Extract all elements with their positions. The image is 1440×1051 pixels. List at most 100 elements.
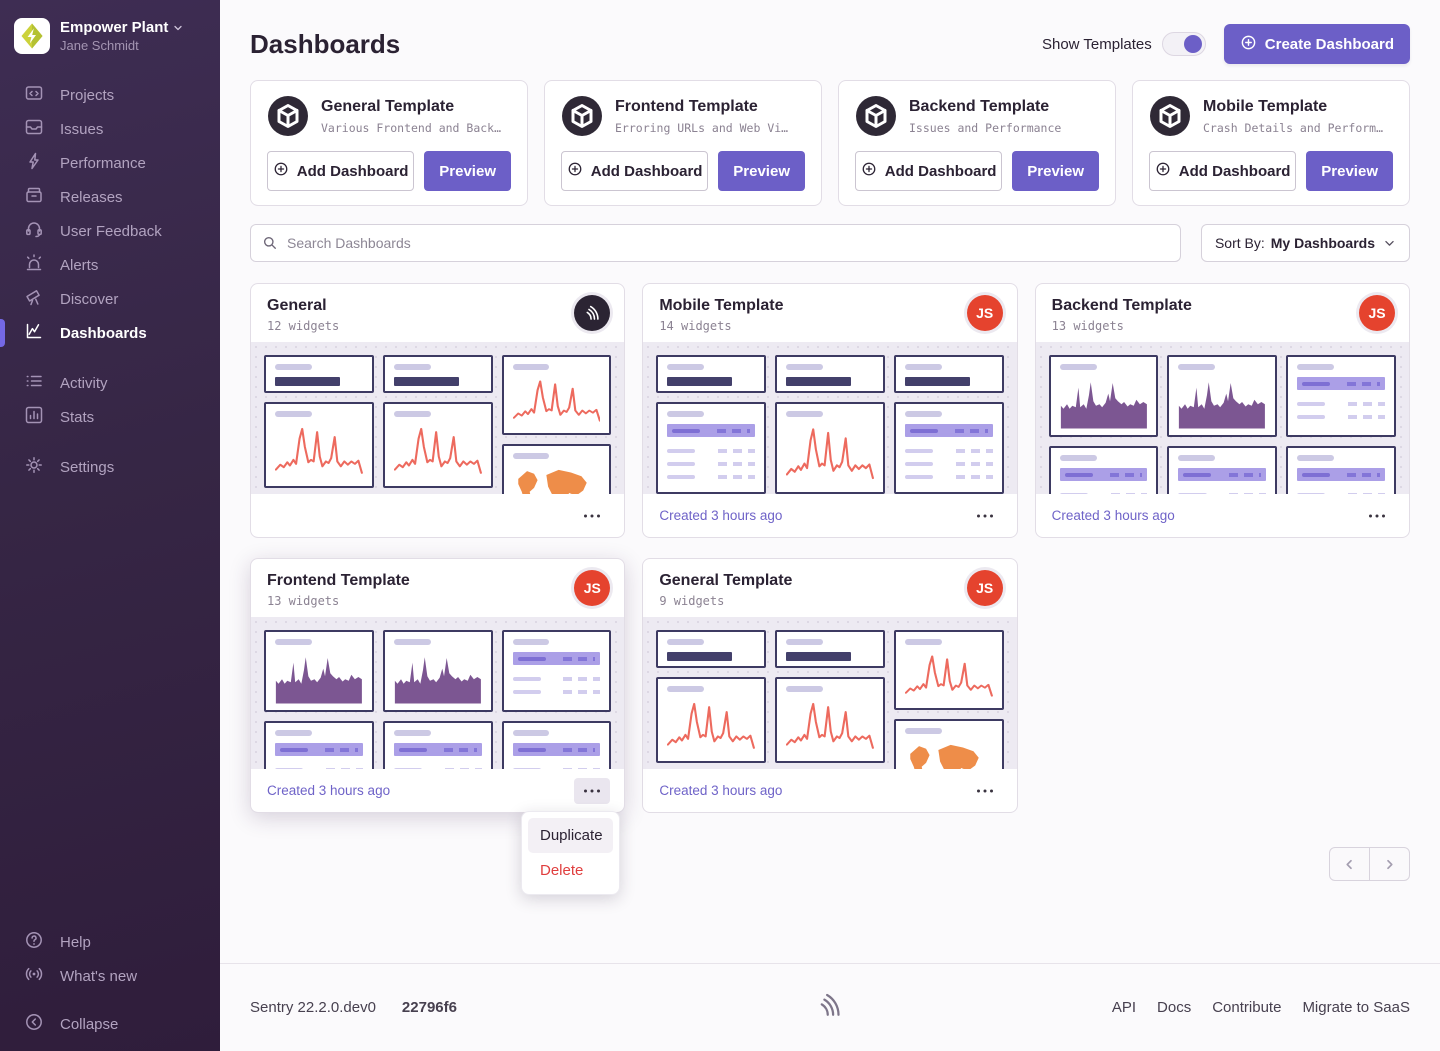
dashboards-icon (24, 321, 44, 345)
preview-button[interactable]: Preview (1012, 151, 1099, 191)
add-dashboard-button[interactable]: Add Dashboard (855, 151, 1002, 191)
table-widget-thumb (502, 630, 612, 712)
dashboard-preview[interactable] (643, 617, 1016, 769)
dashboard-more-button[interactable] (967, 503, 1003, 529)
preview-button[interactable]: Preview (424, 151, 511, 191)
help-icon (24, 930, 44, 954)
dashboard-title[interactable]: General Template (659, 572, 1000, 590)
dashboard-card: General 12 widgets (250, 283, 625, 538)
table-widget-thumb (502, 721, 612, 769)
pagination-prev-button[interactable] (1329, 847, 1370, 881)
line-widget-thumb (775, 677, 885, 763)
dashboard-widget-count: 13 widgets (1052, 319, 1393, 333)
sidebar-item-collapse[interactable]: Collapse (0, 1007, 220, 1041)
dashboard-preview[interactable] (251, 617, 624, 769)
bignum-widget-thumb (894, 355, 1004, 393)
dashboard-avatar-user[interactable]: JS (967, 570, 1003, 606)
dashboard-title[interactable]: General (267, 297, 608, 315)
search-input[interactable] (250, 224, 1181, 262)
sidebar-item-label: Help (60, 934, 91, 951)
dashboard-widget-count: 9 widgets (659, 594, 1000, 608)
table-widget-thumb (264, 721, 374, 769)
sidebar-item-projects[interactable]: Projects (0, 78, 220, 112)
dashboard-card: Backend Template 13 widgetsJS Created 3 ho… (1035, 283, 1410, 538)
sidebar-item-performance[interactable]: Performance (0, 146, 220, 180)
dashboard-preview[interactable] (251, 342, 624, 494)
context-menu: DuplicateDelete (521, 811, 620, 895)
sidebar-item-label: Performance (60, 155, 146, 172)
template-card: Mobile TemplateCrash Details and Perform… (1132, 80, 1410, 206)
plus-circle-icon (861, 161, 877, 181)
dashboard-avatar-user[interactable]: JS (1359, 295, 1395, 331)
sidebar-item-label: Releases (60, 189, 123, 206)
content: Dashboards Show Templates Create Dashboa… (220, 0, 1440, 963)
add-dashboard-button[interactable]: Add Dashboard (561, 151, 708, 191)
sidebar-item-alerts[interactable]: Alerts (0, 248, 220, 282)
template-cards-row: General TemplateVarious Frontend and Bac… (250, 80, 1410, 206)
sidebar-item-dashboards[interactable]: Dashboards (0, 316, 220, 350)
user-feedback-icon (24, 219, 44, 243)
dashboard-title[interactable]: Mobile Template (659, 297, 1000, 315)
footer-link-migrate-to-saas[interactable]: Migrate to SaaS (1302, 999, 1410, 1016)
dashboard-more-button[interactable] (967, 778, 1003, 804)
bignum-widget-thumb (264, 355, 374, 393)
preview-button[interactable]: Preview (718, 151, 805, 191)
org-name-label: Empower Plant (60, 19, 168, 36)
sidebar-item-issues[interactable]: Issues (0, 112, 220, 146)
bignum-widget-thumb (656, 630, 766, 668)
dashboard-title[interactable]: Frontend Template (267, 572, 608, 590)
footer-link-api[interactable]: API (1112, 999, 1136, 1016)
chevron-left-icon (1342, 857, 1357, 872)
dashboard-more-button[interactable] (574, 503, 610, 529)
dashboard-preview[interactable] (1036, 342, 1409, 494)
footer-link-docs[interactable]: Docs (1157, 999, 1191, 1016)
performance-icon (24, 151, 44, 175)
sidebar-bottom: Help What's new Collapse (0, 925, 220, 1041)
app-window: Empower Plant Jane Schmidt ProjectsIssue… (0, 0, 1440, 1051)
add-dashboard-label: Add Dashboard (1179, 163, 1291, 180)
sidebar-item-label: Alerts (60, 257, 98, 274)
sidebar-item-activity[interactable]: Activity (0, 366, 220, 400)
bignum-widget-thumb (775, 355, 885, 393)
sidebar-item-user-feedback[interactable]: User Feedback (0, 214, 220, 248)
dashboard-preview[interactable] (643, 342, 1016, 494)
org-name[interactable]: Empower Plant (60, 19, 184, 36)
dashboard-created-label: Created 3 hours ago (1052, 508, 1175, 523)
preview-button[interactable]: Preview (1306, 151, 1393, 191)
pagination (250, 847, 1410, 881)
sidebar-item-settings[interactable]: Settings (0, 450, 220, 484)
dashboard-more-button[interactable] (1359, 503, 1395, 529)
show-templates-toggle[interactable] (1162, 32, 1206, 56)
area-widget-thumb (383, 630, 493, 712)
alerts-icon (24, 253, 44, 277)
add-dashboard-button[interactable]: Add Dashboard (1149, 151, 1296, 191)
context-menu-item-delete[interactable]: Delete (528, 853, 613, 888)
footer-link-contribute[interactable]: Contribute (1212, 999, 1281, 1016)
add-dashboard-label: Add Dashboard (885, 163, 997, 180)
sidebar-item-label: User Feedback (60, 223, 162, 240)
dashboard-widget-count: 12 widgets (267, 319, 608, 333)
sidebar-item-stats[interactable]: Stats (0, 400, 220, 434)
org-logo-icon (14, 18, 50, 54)
sidebar-item-label: Dashboards (60, 325, 147, 342)
sidebar-item-discover[interactable]: Discover (0, 282, 220, 316)
context-menu-item-duplicate[interactable]: Duplicate (528, 818, 613, 853)
add-dashboard-label: Add Dashboard (591, 163, 703, 180)
sidebar-item-what-s-new[interactable]: What's new (0, 959, 220, 993)
sidebar-item-releases[interactable]: Releases (0, 180, 220, 214)
table-widget-thumb (1286, 355, 1396, 437)
collapse-icon (24, 1012, 44, 1036)
template-title: Frontend Template (615, 98, 788, 116)
toggle-knob (1184, 35, 1202, 53)
sidebar-item-help[interactable]: Help (0, 925, 220, 959)
org-switcher[interactable]: Empower Plant Jane Schmidt (0, 0, 220, 66)
pagination-next-button[interactable] (1369, 847, 1410, 881)
dashboard-title[interactable]: Backend Template (1052, 297, 1393, 315)
create-dashboard-button[interactable]: Create Dashboard (1224, 24, 1410, 64)
chevron-down-icon (1383, 237, 1396, 250)
sort-by-dropdown[interactable]: Sort By: My Dashboards (1201, 224, 1410, 262)
dashboard-avatar-user[interactable]: JS (967, 295, 1003, 331)
add-dashboard-button[interactable]: Add Dashboard (267, 151, 414, 191)
releases-icon (24, 185, 44, 209)
dashboard-more-button[interactable] (574, 778, 610, 804)
